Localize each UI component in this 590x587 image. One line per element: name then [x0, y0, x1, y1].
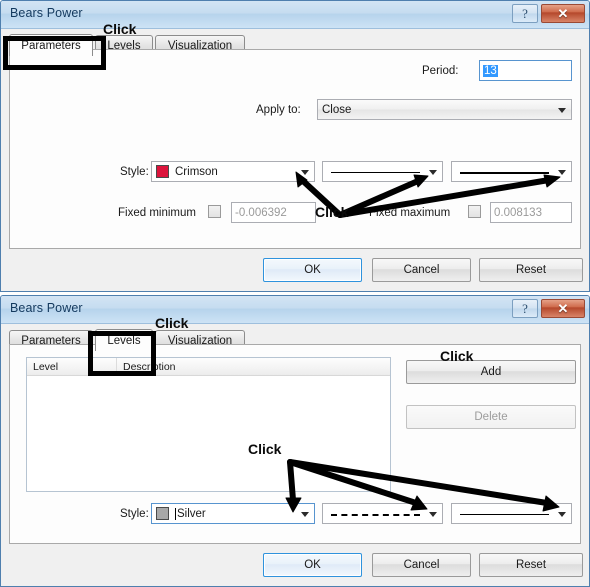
- titlebar-buttons: ? ✕: [512, 4, 585, 23]
- style-color-combobox[interactable]: Crimson: [151, 161, 315, 182]
- fixed-maximum-checkbox[interactable]: [468, 205, 481, 218]
- chevron-down-icon: [558, 169, 566, 175]
- fixed-minimum-value: -0.006392: [235, 206, 287, 219]
- window-title: Bears Power: [10, 6, 83, 20]
- tab-levels[interactable]: Levels: [95, 329, 153, 351]
- line-solid-thin-icon: [460, 513, 549, 515]
- levels-list-header: Level Description: [27, 358, 390, 376]
- apply-to-value: Close: [322, 103, 352, 116]
- cancel-button[interactable]: Cancel: [372, 553, 471, 577]
- color-swatch-icon: [156, 165, 169, 178]
- titlebar-buttons: ? ✕: [512, 299, 585, 318]
- color-swatch-icon: [156, 507, 169, 520]
- period-input[interactable]: 13: [479, 60, 572, 81]
- apply-to-label: Apply to:: [256, 104, 301, 116]
- titlebar-parameters[interactable]: Bears Power ? ✕: [1, 1, 589, 29]
- tabpage-levels: Level Description Add Delete Style: Silv…: [9, 344, 581, 544]
- close-icon[interactable]: ✕: [541, 299, 585, 318]
- fixed-maximum-input[interactable]: 0.008133: [490, 202, 572, 223]
- bears-power-parameters-dialog: Bears Power ? ✕ Parameters Levels Visual…: [0, 0, 590, 292]
- column-header-description[interactable]: Description: [117, 358, 390, 375]
- style-linewidth-combobox[interactable]: [451, 161, 572, 182]
- help-icon[interactable]: ?: [512, 4, 538, 23]
- period-value: 13: [483, 64, 498, 77]
- period-label: Period:: [422, 65, 459, 77]
- cancel-button[interactable]: Cancel: [372, 258, 471, 282]
- style-color-name: Crimson: [175, 165, 218, 178]
- bears-power-levels-dialog: Bears Power ? ✕ Parameters Levels Visual…: [0, 295, 590, 587]
- style-label: Style:: [120, 508, 149, 520]
- titlebar-levels[interactable]: Bears Power ? ✕: [1, 296, 589, 324]
- fixed-minimum-label: Fixed minimum: [118, 207, 196, 219]
- style-color-name: Silver: [177, 507, 206, 520]
- style-color-combobox[interactable]: Silver: [151, 503, 315, 524]
- line-solid-thin-icon: [331, 171, 420, 173]
- reset-button[interactable]: Reset: [479, 258, 583, 282]
- style-linewidth-combobox[interactable]: [451, 503, 572, 524]
- fixed-maximum-label: Fixed maximum: [369, 207, 451, 219]
- tab-parameters[interactable]: Parameters: [9, 34, 93, 56]
- delete-button[interactable]: Delete: [406, 405, 576, 429]
- fixed-maximum-value: 0.008133: [494, 206, 542, 219]
- line-solid-thick-icon: [460, 171, 549, 174]
- window-title: Bears Power: [10, 301, 83, 315]
- chevron-down-icon: [558, 107, 566, 113]
- column-header-level[interactable]: Level: [27, 358, 117, 375]
- style-label: Style:: [120, 166, 149, 178]
- chevron-down-icon: [301, 169, 309, 175]
- ok-button[interactable]: OK: [263, 553, 362, 577]
- chevron-down-icon: [429, 511, 437, 517]
- style-linestyle-combobox[interactable]: [322, 503, 443, 524]
- chevron-down-icon: [558, 511, 566, 517]
- chevron-down-icon: [429, 169, 437, 175]
- close-icon[interactable]: ✕: [541, 4, 585, 23]
- line-dashed-icon: [331, 513, 420, 516]
- reset-button[interactable]: Reset: [479, 553, 583, 577]
- fixed-minimum-checkbox[interactable]: [208, 205, 221, 218]
- ok-button[interactable]: OK: [263, 258, 362, 282]
- apply-to-combobox[interactable]: Close: [317, 99, 572, 120]
- levels-listview[interactable]: Level Description: [26, 357, 391, 492]
- text-caret: [175, 507, 176, 520]
- style-linestyle-combobox[interactable]: [322, 161, 443, 182]
- tabpage-parameters: Period: 13 Apply to: Close Style: Crimso…: [9, 49, 581, 249]
- add-button[interactable]: Add: [406, 360, 576, 384]
- chevron-down-icon: [301, 511, 309, 517]
- help-icon[interactable]: ?: [512, 299, 538, 318]
- fixed-minimum-input[interactable]: -0.006392: [231, 202, 316, 223]
